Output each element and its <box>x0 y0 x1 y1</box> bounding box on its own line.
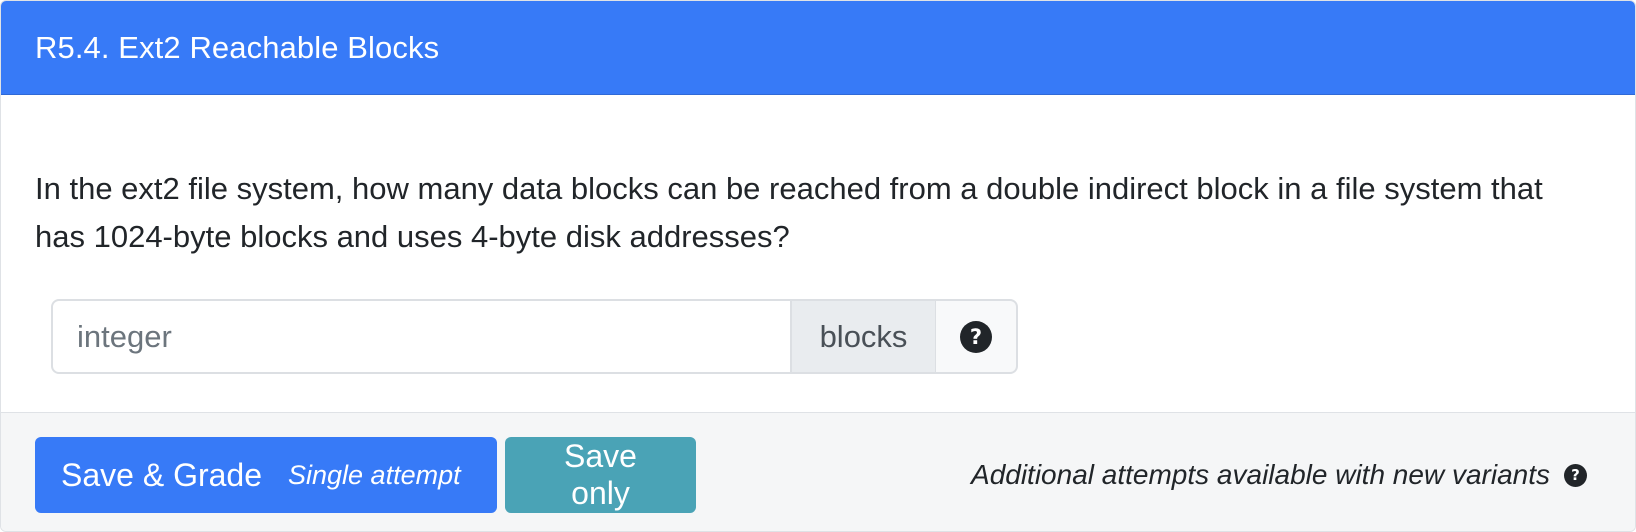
question-text: In the ext2 file system, how many data b… <box>35 171 1543 254</box>
question-title: R5.4. Ext2 Reachable Blocks <box>35 29 440 65</box>
card-footer: Save & Grade Single attempt Save only Ad… <box>1 413 1635 531</box>
save-and-grade-button[interactable]: Save & Grade Single attempt <box>35 437 497 513</box>
attempts-info: Additional attempts available with new v… <box>971 437 1601 513</box>
question-circle-icon[interactable]: ? <box>1564 463 1587 487</box>
question-circle-icon: ? <box>960 320 992 353</box>
attempts-text: Additional attempts available with new v… <box>971 459 1550 490</box>
card-body: In the ext2 file system, how many data b… <box>1 95 1635 413</box>
single-attempt-label: Single attempt <box>288 459 461 490</box>
answer-help-button[interactable]: ? <box>936 299 1018 374</box>
answer-input-group: blocks ? <box>51 299 1018 374</box>
question-card: R5.4. Ext2 Reachable Blocks In the ext2 … <box>0 0 1636 532</box>
answer-input[interactable] <box>51 299 791 374</box>
card-header: R5.4. Ext2 Reachable Blocks <box>1 1 1635 95</box>
save-and-grade-label: Save & Grade <box>61 456 262 493</box>
save-only-button[interactable]: Save only <box>505 437 696 513</box>
units-label: blocks <box>791 299 936 374</box>
